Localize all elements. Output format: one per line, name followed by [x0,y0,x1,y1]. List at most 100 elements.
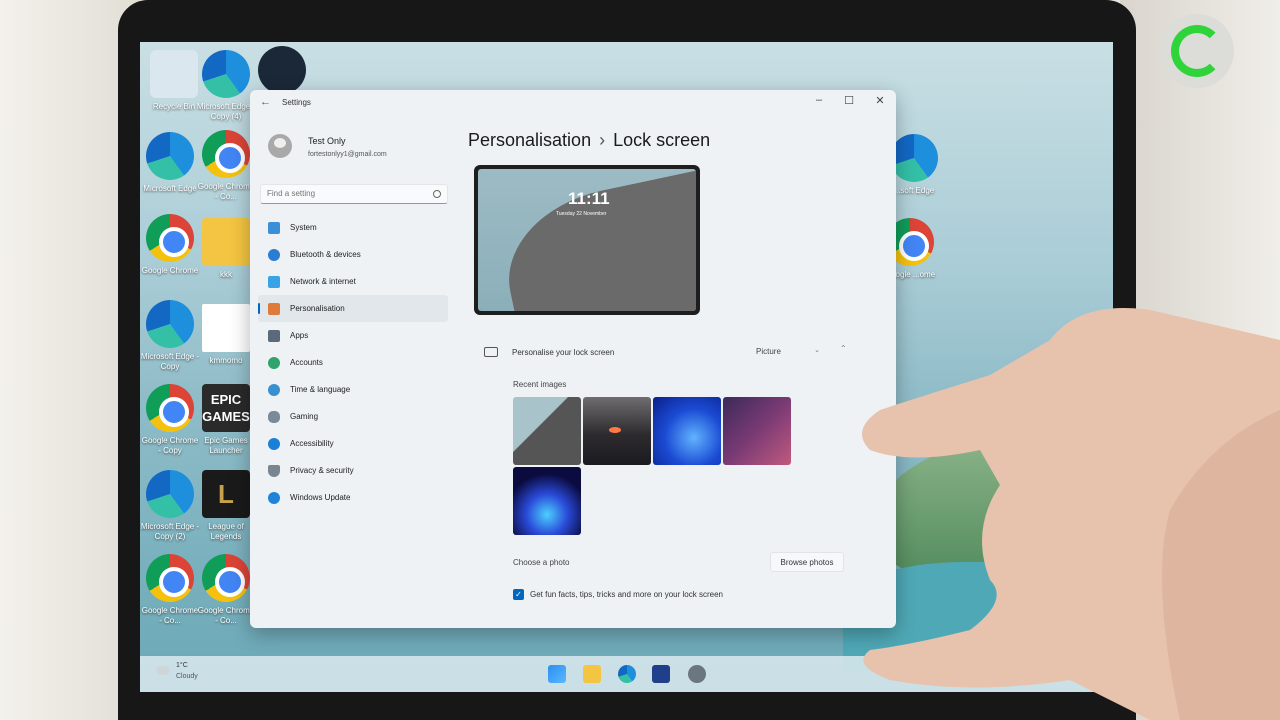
chrome-icon [146,214,194,262]
edge-icon [202,50,250,98]
desktop-icon-chrome-copy[interactable]: Google Chrome - Co... [196,130,256,202]
setting-label: Personalise your lock screen [512,347,615,357]
settings-window: ← Settings – ☐ ✕ Test Only fortestonlyy1… [250,90,896,628]
avatar[interactable] [268,134,292,158]
desktop-icon-folder-kkk[interactable]: kkk [196,218,256,280]
sidebar-item-windows-update[interactable]: Windows Update [258,484,448,511]
recent-image-thumbnail[interactable] [513,467,581,535]
cloud-icon[interactable] [156,666,170,675]
desktop-icon-epic-games[interactable]: EPIC GAMES Epic Games Launcher [196,384,256,456]
desktop-icon-chrome-copy-4[interactable]: Google Chrome - Co... [196,554,256,626]
sidebar-item-personalisation[interactable]: Personalisation [258,295,448,322]
search-input[interactable] [267,189,427,198]
edge-icon [146,470,194,518]
start-button-icon[interactable] [548,665,566,683]
fun-facts-label: Get fun facts, tips, tricks and more on … [530,590,723,599]
close-button[interactable]: ✕ [865,94,895,107]
desktop-icon-label: Google Chrome - Co... [197,182,255,201]
sidebar-item-bluetooth[interactable]: Bluetooth & devices [258,241,448,268]
desktop-icon-recycle-bin[interactable]: Recycle Bin [144,50,204,112]
desktop-icon-league-of-legends[interactable]: L League of Legends [196,470,256,542]
sidebar-item-accessibility[interactable]: Accessibility [258,430,448,457]
desktop-icon-label: Google Chrome - Co... [197,606,255,625]
page-title: Lock screen [613,130,711,150]
fun-facts-row[interactable]: ✓ Get fun facts, tips, tricks and more o… [513,589,723,600]
desktop-icon-label: Google Chrome [141,266,199,275]
recent-images-label: Recent images [513,380,567,389]
dropdown-value: Picture [756,347,781,356]
desktop-icon-label: League of Legends [208,522,244,541]
search-box[interactable] [260,184,448,204]
edge-icon [146,132,194,180]
desktop-icon-edge-copy-2[interactable]: Microsoft Edge - Copy (2) [140,470,200,542]
desktop-icon-edge-copy-4[interactable]: Microsoft Edge - Copy (4) [196,50,256,122]
desktop-icon-edge-copy[interactable]: Microsoft Edge - Copy [140,300,200,372]
desktop-icon-chrome-copy-3[interactable]: Google Chrome - Co... [140,554,200,626]
minimize-button[interactable]: – [804,94,834,106]
desktop-icon-label: Microsoft Edge [143,184,197,193]
edge-icon [146,300,194,348]
edge-icon [890,134,938,182]
sidebar-item-label: Time & language [290,385,351,394]
sidebar-item-gaming[interactable]: Gaming [258,403,448,430]
fun-facts-checkbox[interactable]: ✓ [513,589,524,600]
sidebar: Test Only fortestonlyy1@gmail.com System… [250,116,456,628]
recent-image-thumbnail[interactable] [513,397,581,465]
desktop-icon-label: kmmomo [209,356,243,365]
maximize-button[interactable]: ☐ [834,94,864,107]
desktop-icon-chrome[interactable]: Google Chrome [140,214,200,276]
user-email: fortestonlyy1@gmail.com [308,151,387,158]
logo-g-icon [1171,25,1223,77]
recent-image-thumbnail[interactable] [583,397,651,465]
accessibility-icon [268,437,280,450]
desktop-icon-label: Recycle Bin [152,102,196,111]
lock-screen-icon [484,347,498,357]
chevron-up-icon[interactable]: ⌃ [840,344,847,353]
sidebar-item-privacy[interactable]: Privacy & security [258,457,448,484]
edge-icon[interactable] [618,665,636,683]
background-type-dropdown[interactable]: Picture ⌄ [750,343,826,361]
desktop-icon-kmmomo[interactable]: kmmomo [196,304,256,366]
sidebar-item-time-language[interactable]: Time & language [258,376,448,403]
update-icon [268,491,280,504]
browse-photos-button[interactable]: Browse photos [770,552,844,572]
sidebar-item-accounts[interactable]: Accounts [258,349,448,376]
sidebar-item-apps[interactable]: Apps [258,322,448,349]
weather-description[interactable]: Cloudy [176,673,198,680]
globe-clock-icon [268,383,280,396]
sidebar-item-label: Accounts [290,358,323,367]
settings-gear-icon[interactable] [688,665,706,683]
apps-icon [268,329,280,342]
chrome-icon [146,384,194,432]
store-icon[interactable] [652,665,670,683]
chrome-icon [146,554,194,602]
preview-image: 11:11 Tuesday 22 November [478,169,696,311]
document-icon [202,304,250,352]
sidebar-item-system[interactable]: System [258,214,448,241]
choose-photo-label: Choose a photo [513,558,570,567]
shield-icon [268,464,280,477]
recent-image-thumbnail[interactable] [723,397,791,465]
weather-temperature[interactable]: 1°C [176,662,188,669]
chrome-icon [202,130,250,178]
recent-image-thumbnail[interactable] [653,397,721,465]
chevron-down-icon: ⌄ [814,347,820,354]
league-of-legends-icon: L [202,470,250,518]
paintbrush-icon [268,302,280,315]
sidebar-item-network[interactable]: Network & internet [258,268,448,295]
desktop-icon-label: Microsoft Edge - Copy [140,352,200,371]
desktop-icon-edge[interactable]: Microsoft Edge [140,132,200,194]
search-icon[interactable] [433,190,441,198]
sidebar-item-label: Network & internet [290,277,356,286]
sidebar-item-label: System [290,223,317,232]
desktop-icon-label: Google Chrome - Copy [141,436,199,455]
back-arrow-icon[interactable]: ← [260,96,271,108]
breadcrumb-separator: › [599,130,606,150]
sidebar-item-label: Bluetooth & devices [290,250,361,259]
desktop-icon-label: Google Chrome - Co... [141,606,199,625]
desktop-icon-chrome-copy-2[interactable]: Google Chrome - Copy [140,384,200,456]
desktop-icon-label: Microsoft Edge - Copy (4) [196,102,256,121]
breadcrumb-parent[interactable]: Personalisation [468,130,591,150]
sidebar-item-label: Apps [290,331,309,340]
file-explorer-icon[interactable] [583,665,601,683]
